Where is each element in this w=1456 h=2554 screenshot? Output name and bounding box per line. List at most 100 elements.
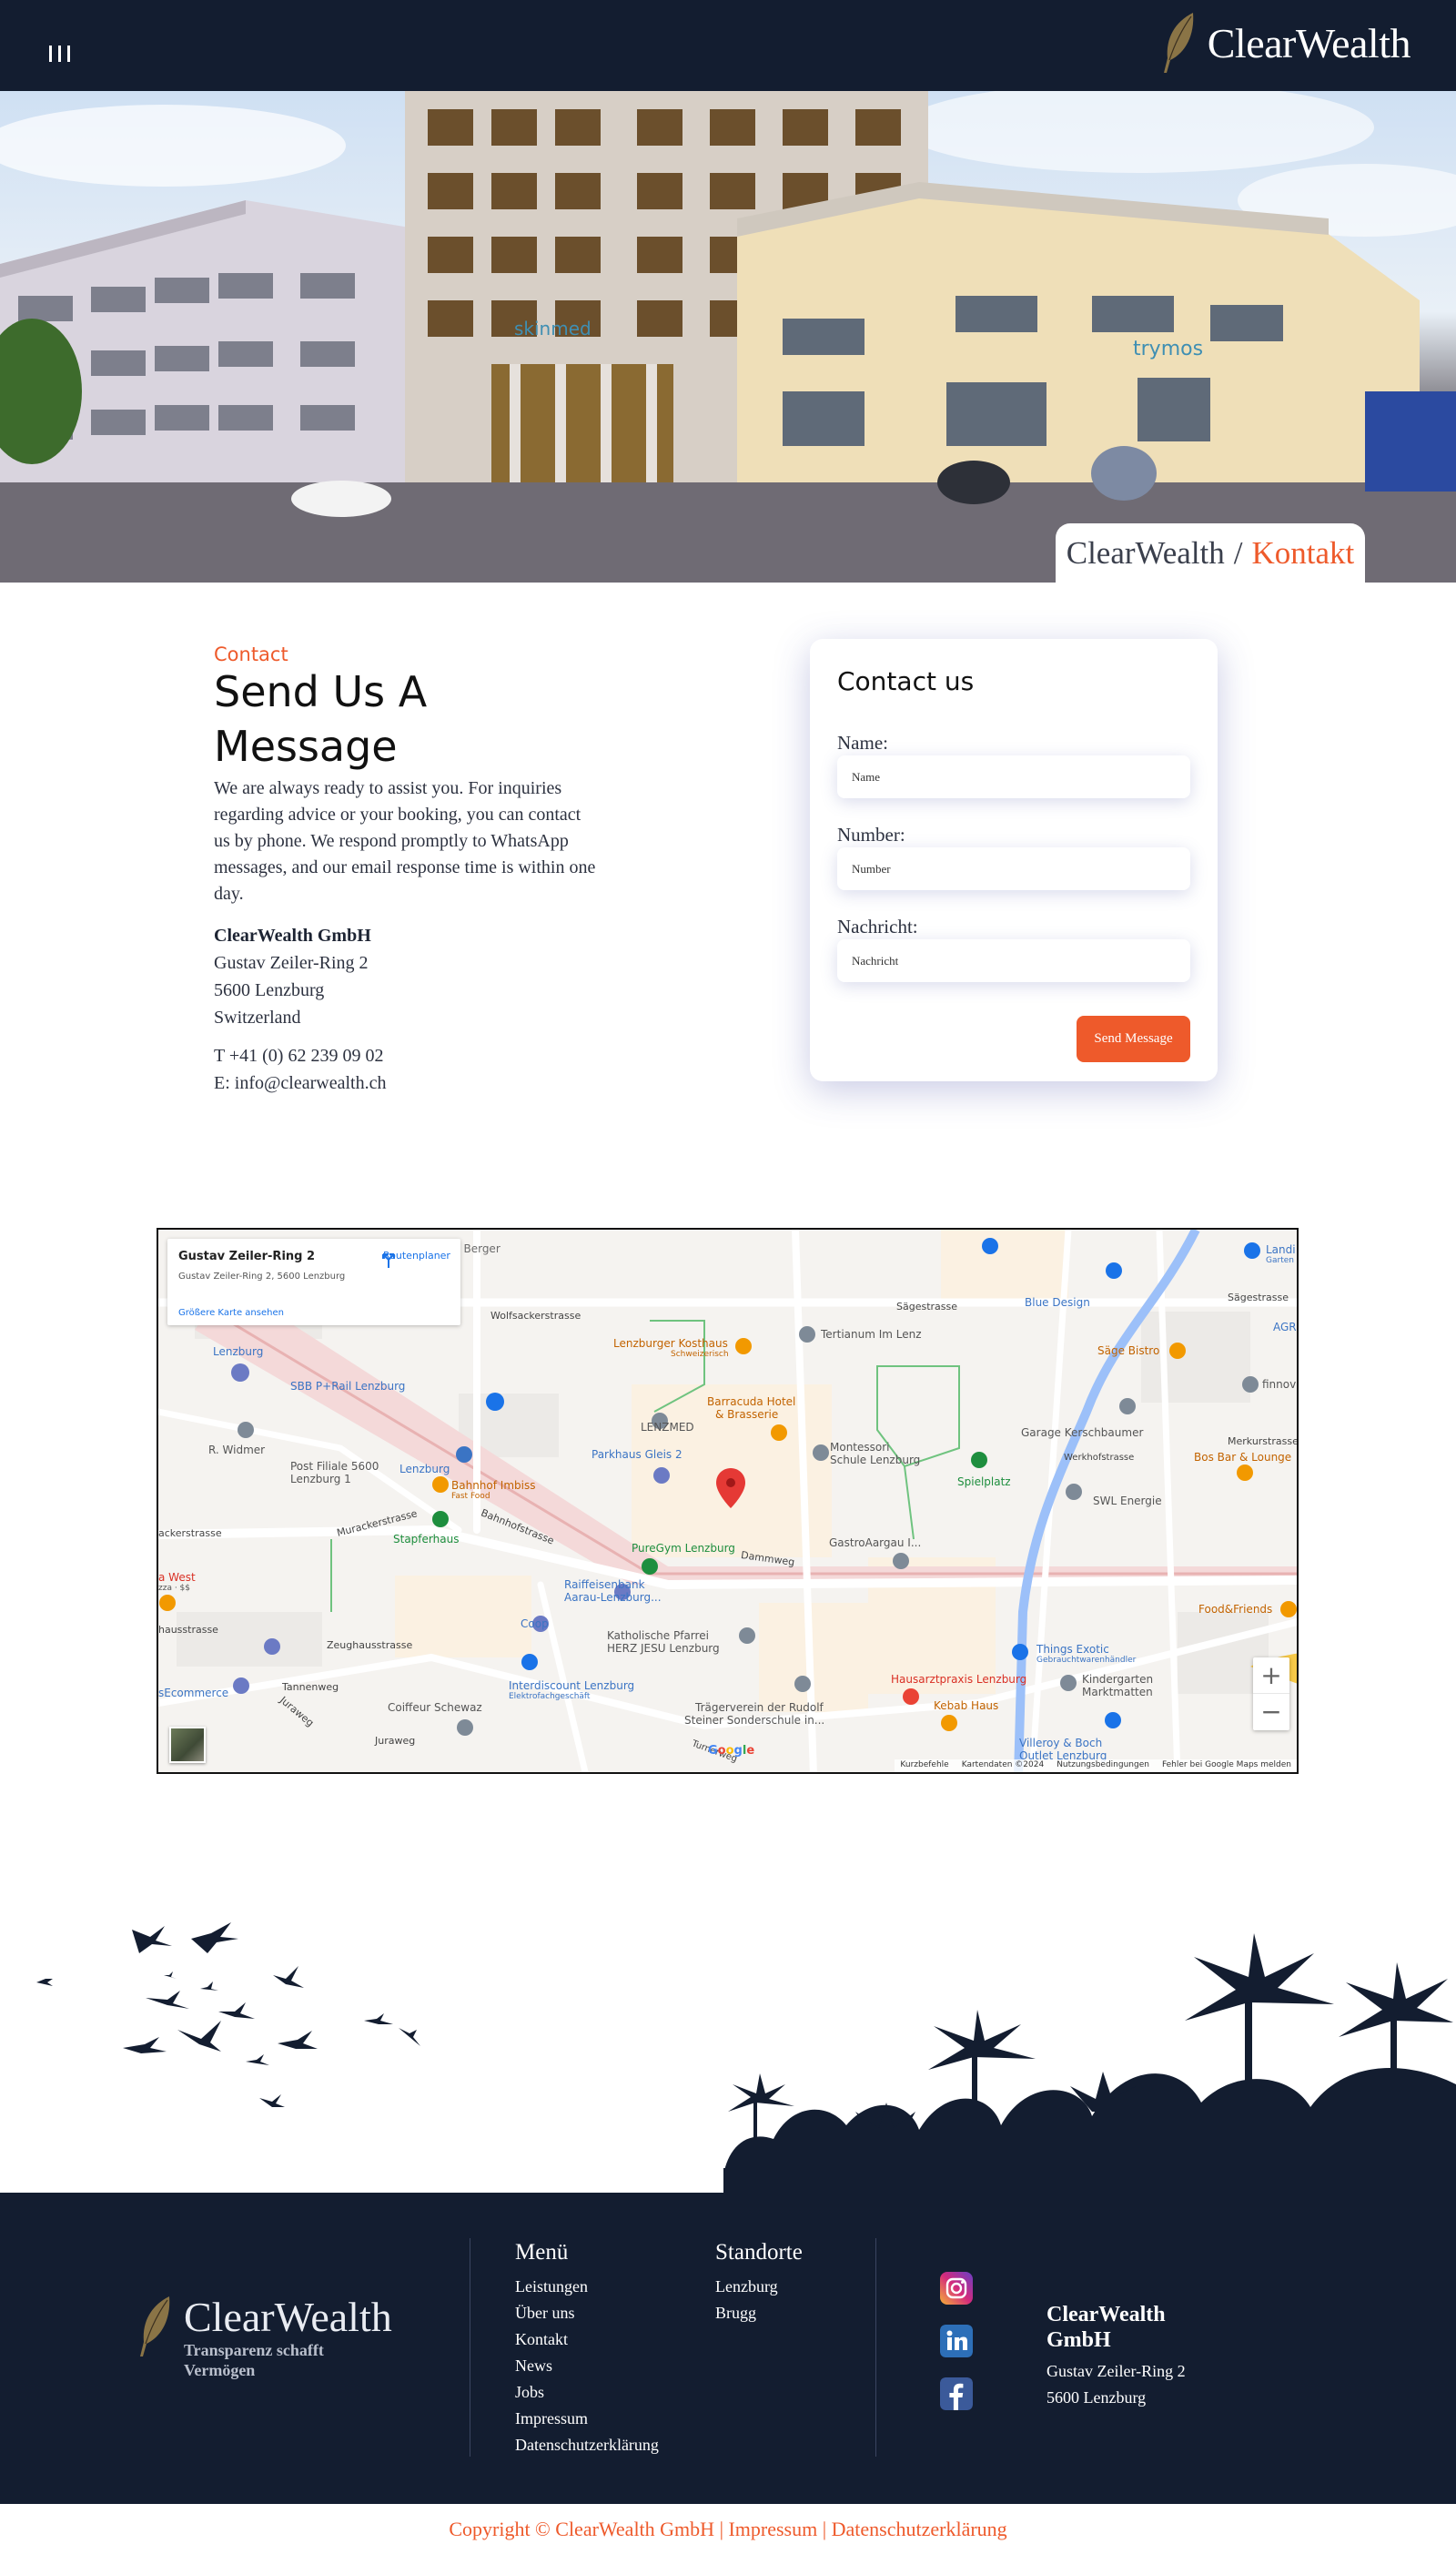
contact-intro: We are always ready to assist you. For i… — [214, 778, 596, 904]
satellite-toggle[interactable] — [169, 1727, 206, 1763]
map-label-coop[interactable]: Coop — [521, 1617, 549, 1630]
breadcrumb: ClearWealth / Kontakt — [1056, 523, 1365, 583]
zoom-in-button[interactable]: + — [1253, 1657, 1289, 1694]
footer-link-kontakt[interactable]: Kontakt — [515, 2326, 659, 2353]
map-label-raiffeisen[interactable]: Raiffeisenbank — [564, 1578, 645, 1591]
footer-street: Gustav Zeiler-Ring 2 — [1046, 2362, 1186, 2380]
google-map[interactable]: Coiffeur Gabi Berger Wolfsackerstrasse L… — [157, 1228, 1299, 1774]
map-label-post[interactable]: Post Filiale 5600 — [290, 1460, 379, 1473]
map-label-bahnhof-imbiss[interactable]: Bahnhof Imbiss — [451, 1479, 535, 1492]
footer-link-news[interactable]: News — [515, 2353, 659, 2379]
map-label-lenzburg[interactable]: Lenzburg — [213, 1345, 263, 1358]
map-attribution: Kurzbefehle Kartendaten ©2024 Nutzungsbe… — [895, 1759, 1297, 1772]
map-label-juraweg-2: Juraweg — [375, 1735, 416, 1747]
map-label-swl[interactable]: SWL Energie — [1093, 1495, 1162, 1507]
copyright-privacy-link[interactable]: Datenschutzerklärung — [832, 2518, 1007, 2540]
building-photo: trymos skinmed — [0, 91, 1456, 583]
map-label-traegerverein[interactable]: Trägerverein der Rudolf — [695, 1701, 824, 1714]
footer-location-brugg[interactable]: Brugg — [715, 2300, 778, 2326]
zoom-out-button[interactable]: − — [1253, 1694, 1289, 1730]
send-message-button[interactable]: Send Message — [1077, 1016, 1190, 1062]
instagram-icon[interactable] — [940, 2272, 973, 2305]
keyboard-shortcuts-link[interactable]: Kurzbefehle — [900, 1760, 948, 1771]
map-label-ecommerce[interactable]: sEcommerce — [158, 1687, 228, 1699]
google-logo-letter: o — [725, 1744, 734, 1758]
footer-link-impressum[interactable]: Impressum — [515, 2406, 659, 2432]
map-label-katholische[interactable]: Katholische Pfarrei — [607, 1629, 709, 1642]
map-label-interdiscount-2: Elektrofachgeschäft — [509, 1692, 591, 1701]
map-label-parkhaus[interactable]: Parkhaus Gleis 2 — [592, 1448, 682, 1461]
map-label-food-friends[interactable]: Food&Friends — [1198, 1603, 1272, 1616]
map-label-finnova[interactable]: finnova — [1262, 1378, 1297, 1391]
map-label-agr[interactable]: AGR — [1273, 1321, 1297, 1333]
report-error-link[interactable]: Fehler bei Google Maps melden — [1162, 1760, 1291, 1771]
map-label-tertianum[interactable]: Tertianum Im Lenz — [821, 1328, 922, 1341]
map-label-villeroy[interactable]: Villeroy & Boch — [1019, 1737, 1102, 1749]
map-label-tannenweg: Tannenweg — [282, 1681, 339, 1693]
terms-link[interactable]: Nutzungsbedingungen — [1057, 1760, 1149, 1771]
company-street: Gustav Zeiler-Ring 2 — [214, 953, 369, 973]
feather-icon — [140, 2296, 170, 2356]
message-field[interactable] — [837, 939, 1190, 982]
map-label-spielplatz[interactable]: Spielplatz — [957, 1475, 1011, 1488]
linkedin-icon[interactable] — [940, 2325, 973, 2357]
brand-logo[interactable]: ClearWealth — [1157, 11, 1411, 75]
map-label-sbb-rail[interactable]: SBB P+Rail Lenzburg — [290, 1380, 405, 1393]
footer-menu-title: Menü — [515, 2240, 569, 2265]
company-address: ClearWealth GmbH Gustav Zeiler-Ring 2 56… — [214, 922, 371, 1031]
map-label-kindergarten-2: Marktmatten — [1082, 1686, 1153, 1698]
hamburger-menu-icon[interactable] — [49, 46, 70, 62]
map-label-blue-design[interactable]: Blue Design — [1025, 1296, 1090, 1309]
copyright-text: Copyright © ClearWealth GmbH — [449, 2518, 715, 2540]
copyright-impressum-link[interactable]: Impressum — [728, 2518, 817, 2540]
map-label-hausstrasse: hausstrasse — [158, 1624, 218, 1636]
map-label-garage[interactable]: Garage Kerschbaumer — [1021, 1426, 1143, 1439]
map-label-lenzburger-kosthaus-2: Schweizerisch — [671, 1350, 729, 1359]
contact-details: T +41 (0) 62 239 09 02 E: info@clearweal… — [214, 1042, 386, 1097]
footer-link-leistungen[interactable]: Leistungen — [515, 2274, 659, 2300]
larger-map-link[interactable]: Größere Karte ansehen — [178, 1308, 284, 1318]
map-label-lenzburg-station[interactable]: Lenzburg — [399, 1463, 450, 1475]
map-label-barracuda-2: & Brasserie — [715, 1408, 779, 1421]
breadcrumb-home[interactable]: ClearWealth — [1067, 535, 1225, 572]
phone-number[interactable]: T +41 (0) 62 239 09 02 — [214, 1042, 386, 1069]
map-label-landi[interactable]: Landi — [1266, 1243, 1296, 1256]
map-label-bahnhof-imbiss-2: Fast Food — [451, 1492, 490, 1501]
map-label-things-exotic-2: Gebrauchtwarenhändler — [1036, 1656, 1137, 1665]
svg-text:trymos: trymos — [1133, 338, 1203, 360]
map-place-address: Gustav Zeiler-Ring 2, 5600 Lenzburg — [178, 1272, 346, 1282]
map-label-kebab[interactable]: Kebab Haus — [934, 1699, 998, 1712]
google-logo-letter: G — [708, 1744, 718, 1758]
map-label-puregym[interactable]: PureGym Lenzburg — [632, 1542, 735, 1555]
map-label-r-widmer[interactable]: R. Widmer — [208, 1444, 265, 1456]
map-label-montessori[interactable]: Montessori — [830, 1441, 890, 1454]
footer-link-datenschutz[interactable]: Datenschutzerklärung — [515, 2432, 659, 2458]
footer-link-ueber-uns[interactable]: Über uns — [515, 2300, 659, 2326]
map-label-stapferhaus[interactable]: Stapferhaus — [393, 1533, 459, 1546]
map-label-saege-bistro[interactable]: Säge Bistro — [1097, 1344, 1159, 1357]
map-label-lenzmed[interactable]: LENZMED — [641, 1421, 694, 1434]
map-label-hausarzt[interactable]: Hausarztpraxis Lenzburg — [891, 1673, 1026, 1686]
email-address[interactable]: E: info@clearwealth.ch — [214, 1069, 386, 1097]
map-label-things-exotic[interactable]: Things Exotic — [1036, 1643, 1109, 1656]
footer-location-lenzburg[interactable]: Lenzburg — [715, 2274, 778, 2300]
map-label-lenzburger-kosthaus[interactable]: Lenzburger Kosthaus — [613, 1337, 728, 1350]
map-label-interdiscount[interactable]: Interdiscount Lenzburg — [509, 1679, 634, 1692]
company-name: ClearWealth GmbH — [214, 926, 371, 946]
map-label-zeughausstrasse: Zeughausstrasse — [327, 1639, 413, 1651]
directions-icon — [382, 1253, 395, 1268]
map-label-coiffeur-schewaz[interactable]: Coiffeur Schewaz — [388, 1701, 482, 1714]
contact-eyebrow: Contact — [214, 644, 288, 665]
facebook-icon[interactable] — [940, 2377, 973, 2410]
directions-button[interactable]: Routenplaner — [379, 1250, 455, 1268]
jungle-silhouette — [36, 1922, 1456, 2194]
number-field[interactable] — [837, 847, 1190, 890]
footer-logo[interactable]: ClearWealth Transparenz schafft Vermögen — [135, 2295, 392, 2380]
map-label-bos-bar[interactable]: Bos Bar & Lounge — [1194, 1451, 1291, 1464]
map-label-gastroaargau[interactable]: GastroAargau I... — [829, 1536, 921, 1549]
map-label-barracuda[interactable]: Barracuda Hotel — [707, 1395, 795, 1408]
map-label-kindergarten[interactable]: Kindergarten — [1082, 1673, 1153, 1686]
name-field[interactable] — [837, 755, 1190, 798]
footer-link-jobs[interactable]: Jobs — [515, 2379, 659, 2406]
map-label-west[interactable]: a West — [158, 1571, 196, 1584]
